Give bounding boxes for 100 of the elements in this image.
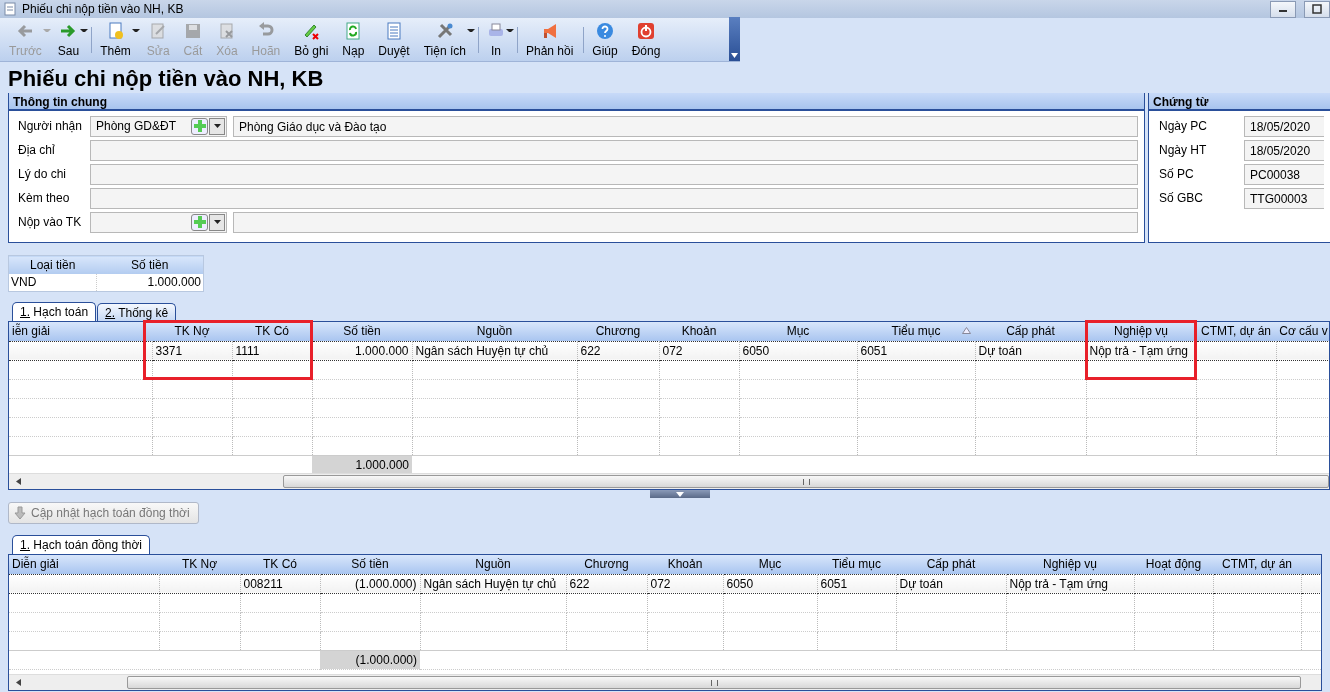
table-cell: Nộp trả - Tạm ứng: [1006, 574, 1134, 593]
caret-icon: [213, 220, 221, 224]
column-header[interactable]: Cấp phát: [896, 555, 1006, 574]
dropdown-button[interactable]: [209, 213, 225, 231]
help-icon: [596, 21, 614, 40]
text-field[interactable]: [90, 187, 1138, 209]
plus-icon: [193, 120, 206, 132]
dropdown-caret-icon[interactable]: [131, 29, 140, 32]
left-arrow-icon: [15, 679, 21, 686]
refresh-icon: [344, 21, 363, 40]
maximize-button[interactable]: [1304, 0, 1330, 18]
horizontal-scrollbar[interactable]: [9, 473, 1329, 489]
panel-title: Chứng từ: [1149, 93, 1330, 111]
field-label: Ngày PC: [1158, 119, 1209, 133]
list-document-icon: [385, 21, 403, 40]
column-header[interactable]: Số tiền: [312, 322, 412, 341]
table-cell: 3371: [152, 341, 232, 360]
field-label: Địa chỉ: [18, 143, 56, 157]
text-field[interactable]: 18/05/2020: [1244, 139, 1324, 161]
table-cell: 622: [566, 574, 647, 593]
name-field[interactable]: Phòng Giáo dục và Đào tạo: [233, 115, 1138, 137]
column-header[interactable]: Chương: [577, 322, 659, 341]
total-cell: (1.000.000): [320, 650, 420, 669]
column-header[interactable]: Khoản: [647, 555, 723, 574]
text-field[interactable]: TTG00003: [1244, 187, 1324, 209]
text-field[interactable]: [90, 139, 1138, 161]
toolbar-overflow-button[interactable]: [729, 17, 740, 61]
toolbar-button[interactable]: Đóng: [624, 18, 668, 61]
toolbar-button[interactable]: Sau: [50, 18, 87, 61]
column-header[interactable]: Cơ cấu v: [1276, 322, 1329, 341]
column-header[interactable]: Hoạt động: [1134, 555, 1213, 574]
table-cell: 1.000.000: [312, 341, 412, 360]
document-icon: [4, 2, 16, 16]
tab[interactable]: 2. Thống kê: [97, 303, 177, 321]
toolbar-button[interactable]: Nạp: [335, 18, 372, 61]
table-cell: Nộp trả - Tạm ứng: [1086, 341, 1196, 360]
text-field[interactable]: PC00038: [1244, 163, 1324, 185]
lookup-field[interactable]: [90, 211, 227, 233]
column-header[interactable]: Tiểu mục: [817, 555, 896, 574]
dropdown-button[interactable]: [209, 117, 225, 135]
delete-document-icon: [217, 21, 236, 40]
column-header[interactable]: Mục: [723, 555, 817, 574]
table-cell: (1.000.000): [320, 574, 420, 593]
column-header[interactable]: Số tiền: [96, 255, 204, 274]
splitter-handle[interactable]: [650, 490, 710, 498]
panel-title: Thông tin chung: [9, 93, 1144, 111]
field-label: Người nhận: [18, 119, 83, 133]
table-cell: 008211: [240, 574, 320, 593]
page-title: Phiếu chi nộp tiền vào NH, KB: [7, 65, 325, 93]
horizontal-scrollbar[interactable]: [9, 674, 1321, 690]
column-header[interactable]: Nguồn: [420, 555, 566, 574]
table-cell: 6051: [857, 341, 975, 360]
column-header[interactable]: Tiểu mục: [857, 322, 975, 341]
column-header[interactable]: Khoản: [659, 322, 739, 341]
table-cell: Ngân sách Huyện tự chủ: [412, 341, 577, 360]
text-field[interactable]: [90, 163, 1138, 185]
caret-icon: [731, 53, 738, 58]
new-document-icon: [106, 21, 125, 40]
table-cell: 072: [647, 574, 723, 593]
field-label: Kèm theo: [18, 191, 71, 205]
table-cell: 1.000.000: [96, 273, 204, 292]
tab[interactable]: 1. Hạch toán: [12, 302, 97, 321]
column-header[interactable]: Mục: [739, 322, 857, 341]
text-field[interactable]: 18/05/2020: [1244, 115, 1324, 137]
tab[interactable]: 1. Hạch toán đồng thời: [12, 535, 150, 554]
column-header[interactable]: iễn giải: [9, 322, 152, 341]
table-cell: VND: [8, 273, 97, 292]
plus-icon: [193, 216, 206, 228]
column-header[interactable]: Số tiền: [320, 555, 420, 574]
maximize-icon: [1312, 4, 1322, 14]
column-header[interactable]: Cấp phát: [975, 322, 1086, 341]
toolbar-button[interactable]: Tiện ích: [416, 18, 473, 61]
field-label: Số GBC: [1158, 191, 1204, 205]
column-header[interactable]: Chương: [566, 555, 647, 574]
minimize-button[interactable]: [1270, 0, 1296, 18]
table-cell: 6050: [739, 341, 857, 360]
name-field[interactable]: [233, 211, 1138, 233]
edit-document-icon: [149, 21, 168, 40]
toolbar-button[interactable]: Bỏ ghi: [287, 18, 336, 61]
column-header[interactable]: TK Có: [240, 555, 320, 574]
column-header[interactable]: Loại tiền: [8, 255, 97, 274]
table-cell: 622: [577, 341, 659, 360]
field-label: Lý do chi: [18, 167, 68, 181]
column-header[interactable]: Nguồn: [412, 322, 577, 341]
table-cell: 6051: [817, 574, 896, 593]
lookup-field[interactable]: Phòng GD&ĐT: [90, 115, 227, 137]
column-header[interactable]: TK Nợ: [159, 555, 240, 574]
tools-icon: [435, 21, 454, 40]
caret-icon: [213, 124, 221, 128]
column-header[interactable]: Diễn giải: [9, 555, 159, 574]
column-header[interactable]: Nghiệp vụ: [1006, 555, 1134, 574]
column-header[interactable]: CTMT, dự án: [1196, 322, 1276, 341]
table-cell: 072: [659, 341, 739, 360]
table-cell: 6050: [723, 574, 817, 593]
table-cell: Dự toán: [896, 574, 1006, 593]
toolbar-button[interactable]: Duyệt: [371, 18, 417, 61]
column-header[interactable]: CTMT, dự án: [1213, 555, 1301, 574]
window-title: Phiếu chi nộp tiền vào NH, KB: [22, 2, 184, 16]
down-arrow-icon: [13, 506, 27, 520]
table-cell: 1111: [232, 341, 312, 360]
